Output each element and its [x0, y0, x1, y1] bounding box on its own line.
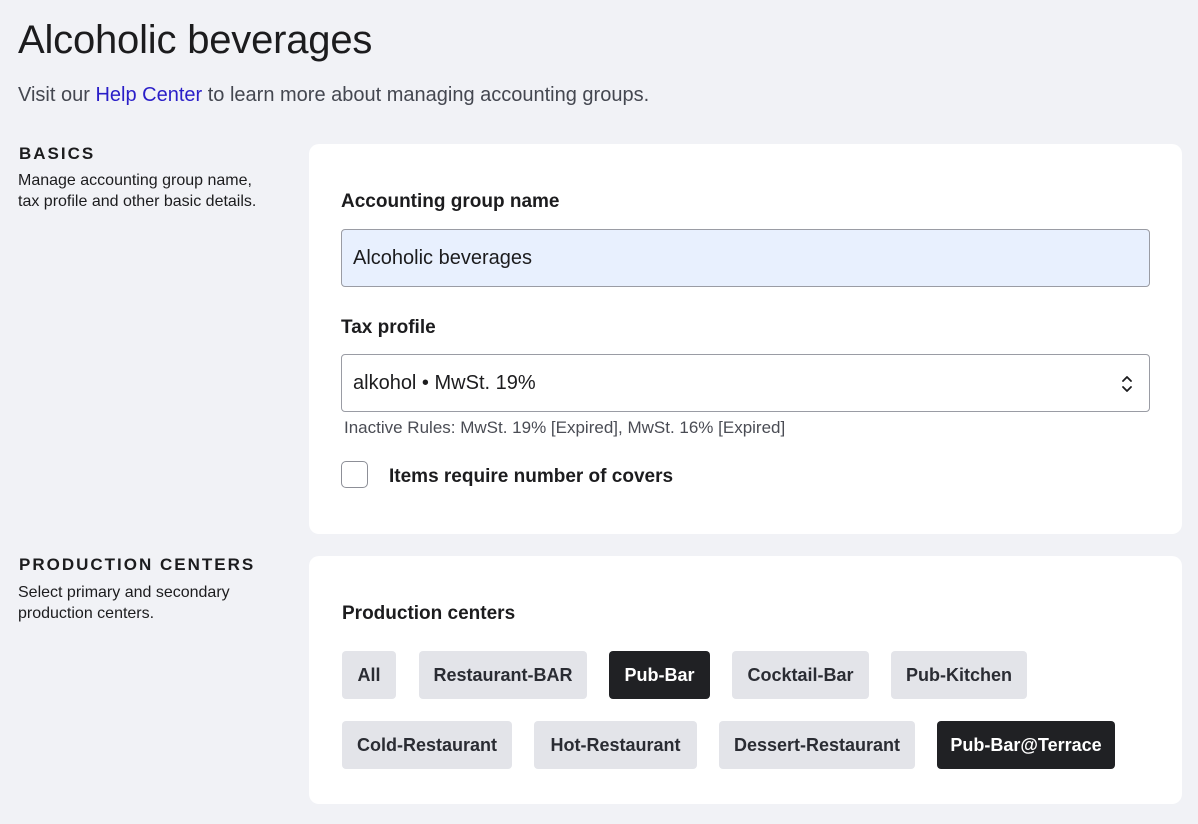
subtitle-prefix: Visit our — [18, 84, 96, 106]
tax-profile-label: Tax profile — [341, 317, 436, 338]
help-center-link[interactable]: Help Center — [95, 84, 202, 106]
production-center-chip-pub-bar-terrace[interactable]: Pub-Bar@Terrace — [937, 721, 1115, 769]
production-center-chip-restaurant-bar[interactable]: Restaurant-BAR — [419, 651, 587, 699]
page-subtitle: Visit our Help Center to learn more abou… — [18, 84, 649, 107]
page-title: Alcoholic beverages — [18, 18, 373, 62]
covers-checkbox-label[interactable]: Items require number of covers — [389, 466, 673, 488]
accounting-group-name-input[interactable] — [341, 229, 1150, 287]
inactive-rules-hint: Inactive Rules: MwSt. 19% [Expired], MwS… — [344, 418, 786, 437]
production-centers-label: Production centers — [342, 603, 516, 624]
tax-profile-selected-value: alkohol • MwSt. 19% — [353, 371, 536, 394]
subtitle-suffix: to learn more about managing accounting … — [202, 84, 650, 106]
production-centers-section-title: PRODUCTION CENTERS — [19, 555, 256, 574]
production-center-chip-dessert-restaurant[interactable]: Dessert-Restaurant — [719, 721, 915, 769]
production-center-chip-pub-kitchen[interactable]: Pub-Kitchen — [891, 651, 1027, 699]
production-center-chip-all[interactable]: All — [342, 651, 396, 699]
chevron-up-down-icon — [1122, 376, 1132, 392]
production-center-chip-cocktail-bar[interactable]: Cocktail-Bar — [732, 651, 869, 699]
covers-checkbox[interactable] — [341, 461, 368, 488]
production-centers-section-description: Select primary and secondary production … — [18, 584, 230, 622]
production-center-chip-cold-restaurant[interactable]: Cold-Restaurant — [342, 721, 512, 769]
production-centers-card: Production centers All Restaurant-BAR Pu… — [309, 556, 1182, 804]
tax-profile-select[interactable]: alkohol • MwSt. 19% — [341, 354, 1150, 412]
basics-card: Accounting group name Tax profile alkoho… — [309, 144, 1182, 534]
production-center-chip-pub-bar[interactable]: Pub-Bar — [609, 651, 710, 699]
accounting-group-page: Alcoholic beverages Visit our Help Cente… — [0, 0, 1198, 824]
production-center-chip-hot-restaurant[interactable]: Hot-Restaurant — [534, 721, 697, 769]
basics-section-title: BASICS — [19, 144, 96, 163]
basics-section-description: Manage accounting group name, tax profil… — [18, 172, 257, 210]
accounting-group-name-label: Accounting group name — [341, 191, 560, 212]
